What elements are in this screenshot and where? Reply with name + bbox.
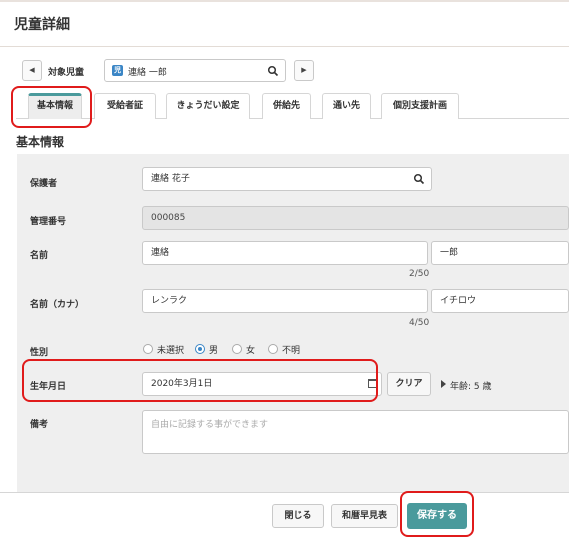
child-badge-icon: 児 (112, 65, 123, 76)
admin-number-label: 管理番号 (30, 217, 67, 227)
gender-radio-female[interactable] (232, 344, 242, 354)
target-child-select[interactable]: 児 連絡 一郎 (104, 59, 286, 82)
prev-child-button[interactable]: ◀ (22, 60, 42, 81)
highlight-tab-basic-info (11, 86, 92, 128)
highlight-birthday (22, 359, 378, 402)
age-text: 年齢: 5 歳 (450, 382, 492, 392)
tab-siblings[interactable]: きょうだい設定 (166, 93, 250, 119)
highlight-save-button (400, 491, 474, 537)
wareki-table-button[interactable]: 和暦早見表 (331, 504, 398, 528)
name-label: 名前 (30, 251, 49, 261)
kana-counter: 4/50 (409, 318, 430, 328)
target-child-value: 連絡 一郎 (128, 68, 167, 78)
section-title: 基本情報 (16, 135, 65, 149)
gender-label: 性別 (30, 348, 49, 358)
tab-concurrent[interactable]: 併給先 (262, 93, 311, 119)
gender-option-label: 不明 (282, 346, 301, 356)
first-kana-field[interactable]: イチロウ (431, 289, 569, 313)
clear-button[interactable]: クリア (387, 372, 431, 396)
guardian-label: 保護者 (30, 179, 58, 189)
next-child-button[interactable]: ▶ (294, 60, 314, 81)
guardian-value: 連絡 花子 (151, 174, 190, 184)
gender-radio-male[interactable] (195, 344, 205, 354)
child-detail-dialog: 児童詳細 ◀ 対象児童 児 連絡 一郎 ▶ 基本情報 受給者証 きょうだい設定 … (0, 0, 569, 538)
gender-radio-unknown[interactable] (268, 344, 278, 354)
first-name-field[interactable]: 一郎 (431, 241, 569, 265)
kana-label: 名前（カナ） (30, 300, 85, 310)
tab-certificate[interactable]: 受給者証 (94, 93, 156, 119)
last-name-field[interactable]: 連絡 (142, 241, 428, 265)
gender-option-label: 男 (209, 346, 219, 356)
tab-attendance[interactable]: 通い先 (322, 93, 371, 119)
name-counter: 2/50 (409, 269, 430, 279)
guardian-field[interactable]: 連絡 花子 (142, 167, 432, 191)
gender-option-label: 未選択 (157, 346, 185, 356)
search-icon[interactable] (413, 173, 425, 185)
footer-divider (0, 492, 569, 493)
gender-option-label: 女 (246, 346, 256, 356)
page-title: 児童詳細 (14, 17, 70, 33)
close-button[interactable]: 閉じる (272, 504, 324, 528)
remarks-textarea[interactable]: 自由に記録する事ができます (142, 410, 569, 454)
target-child-label: 対象児童 (48, 68, 85, 78)
caret-right-icon (441, 380, 446, 388)
header-divider (0, 46, 569, 47)
gender-radio-unselected[interactable] (143, 344, 153, 354)
tab-support-plan[interactable]: 個別支援計画 (381, 93, 459, 119)
last-kana-field[interactable]: レンラク (142, 289, 428, 313)
search-icon[interactable] (267, 65, 279, 77)
remarks-label: 備考 (30, 420, 49, 430)
admin-number-field: 000085 (142, 206, 569, 230)
